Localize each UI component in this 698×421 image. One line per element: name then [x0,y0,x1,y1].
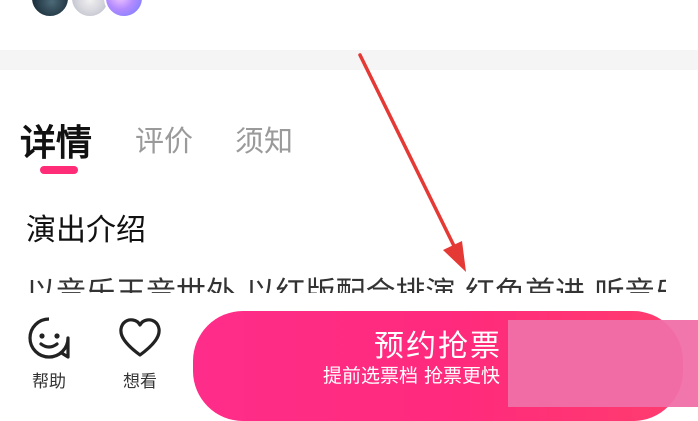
want-to-see-button[interactable]: 想看 [110,315,170,392]
book-button-sublabel: 提前选票档 抢票更快 [323,365,501,387]
active-tab-indicator [40,166,78,174]
section-divider [0,50,698,70]
help-smile-icon [26,315,72,361]
section-title: 演出介绍 [26,213,146,248]
tab-notice[interactable]: 须知 [235,118,293,160]
help-button[interactable]: 帮助 [19,315,79,392]
tab-reviews[interactable]: 评价 [135,118,193,160]
detail-tabs: 详情 评价 须知 [0,110,698,180]
heart-icon [117,315,163,361]
want-label: 想看 [123,372,157,392]
highlight-overlay [508,320,698,407]
help-label: 帮助 [32,372,66,392]
avatar[interactable] [30,0,70,18]
tab-details[interactable]: 详情 [20,114,92,166]
avatar[interactable] [104,0,144,18]
